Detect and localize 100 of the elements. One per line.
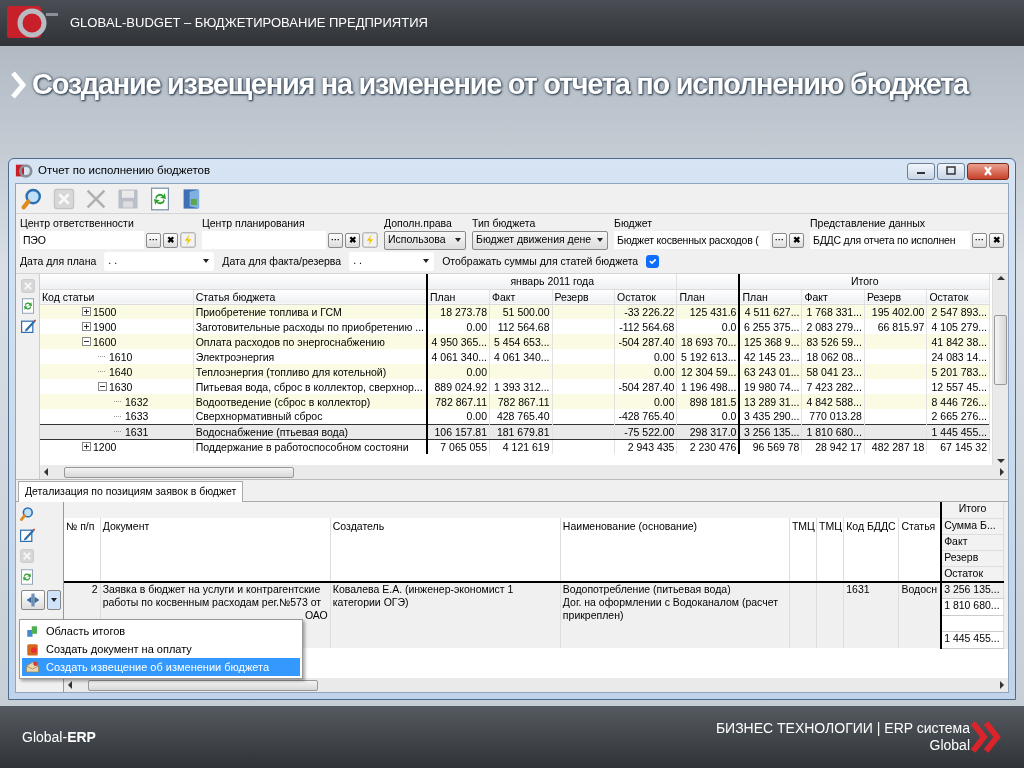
table-cell: 58 041 23... [801, 364, 865, 379]
tree-item[interactable]: 1632 [125, 394, 149, 409]
tree-item[interactable]: 1900 [93, 319, 117, 334]
tree-item[interactable]: 1500 [93, 304, 117, 319]
table-row[interactable]: 1600 Оплата расходов по энергоснабжению 4 950 365... 5 454 653... -504 287.40 18 693 70... 125 368 9... 83 526 59... 41 842 38... [40, 334, 990, 349]
table-cell: 63 243 01... [739, 364, 802, 379]
scroll-thumb[interactable] [994, 314, 1007, 385]
collapse-icon[interactable] [82, 337, 91, 346]
column-header[interactable]: Статья [898, 518, 942, 582]
field-label: Представление данных [810, 217, 926, 230]
refresh-icon[interactable] [19, 298, 36, 314]
column-group-header: Итого [739, 274, 990, 289]
browse-button[interactable]: ··· [972, 232, 987, 248]
tree-item[interactable]: 1633 [125, 409, 149, 424]
column-header[interactable]: Код БДДС [843, 518, 899, 582]
clear-button[interactable]: ✖ [789, 232, 804, 248]
column-header[interactable]: Наименование (основание) [560, 518, 790, 582]
tree-item[interactable]: 1630 [109, 379, 133, 394]
scrollbar[interactable] [40, 465, 1008, 479]
dropdown-button[interactable] [47, 590, 61, 610]
dropdown[interactable]: Бюджет движения дене [472, 230, 608, 250]
footer-brand: Global-ERP [22, 727, 96, 747]
table-cell: 106 157.81 [427, 424, 490, 439]
refresh-icon[interactable] [148, 186, 172, 211]
column-header[interactable]: Документ [100, 518, 331, 582]
collapse-icon[interactable] [98, 382, 107, 391]
table-cell: 2 943 435 [614, 439, 677, 454]
envelope-icon [25, 659, 40, 675]
maximize-button[interactable] [937, 162, 965, 180]
table-cell: 4 842 588... [801, 394, 865, 409]
table-row[interactable]: 1640 Теплоэнергия (топливо для котельной) 0.00 0.00 12 304 59... 63 243 01... 58 041 23... 5 201 783... [40, 364, 990, 379]
split-button[interactable] [21, 590, 45, 610]
table-cell-text: Водопотребление (питьевая вода) [562, 583, 732, 596]
column-header[interactable]: № п/п [64, 518, 101, 582]
checkbox[interactable] [646, 254, 660, 268]
search-icon[interactable] [19, 506, 35, 522]
close-icon [981, 166, 995, 176]
tree-item[interactable]: 1610 [109, 349, 133, 364]
scroll-thumb[interactable] [88, 679, 318, 691]
table-cell: 7 065 055 [427, 439, 490, 454]
table-cell: 5 201 783... [926, 364, 990, 379]
table-cell: 181 679.81 [489, 424, 552, 439]
scroll-right-icon[interactable] [998, 467, 1006, 477]
scroll-thumb[interactable] [64, 466, 294, 478]
browse-button[interactable]: ··· [328, 232, 343, 248]
minimize-button[interactable] [907, 162, 935, 180]
scroll-right-icon[interactable] [998, 680, 1006, 690]
refresh-icon[interactable] [19, 569, 35, 585]
browse-button[interactable]: ··· [146, 232, 161, 248]
input-field[interactable]: БДДС для отчета по исполнен [810, 231, 970, 249]
input-field[interactable]: Бюджет косвенных расходов ( [614, 231, 770, 249]
app-title: GLOBAL-BUDGET – БЮДЖЕТИРОВАНИЕ ПРЕДПРИЯТИЯ [70, 14, 428, 33]
expand-icon[interactable] [82, 322, 91, 331]
table-cell: 4 121 619 [489, 439, 552, 454]
expand-icon[interactable] [82, 442, 91, 452]
clear-button[interactable]: ✖ [989, 232, 1004, 248]
table-cell: -75 522.00 [614, 424, 677, 439]
caret-icon [422, 257, 431, 265]
table-cell: 13 289 31... [739, 394, 802, 409]
table-row[interactable]: 1631 Водоснабжение (птьевая вода) 106 157.81 181 679.81 -75 522.00 298 317.0 3 256 135... 1 810 680... 1 445 455... [40, 424, 990, 439]
expand-icon[interactable] [82, 307, 91, 317]
table-row[interactable]: 1500 Приобретение топлива и ГСМ 18 273.78 51 500.00 -33 226.22 125 431.6 4 511 627... 1 768 331... 195 402.00 2 547 893... [40, 304, 990, 319]
table-row[interactable]: 1200 Поддержание в работоспособном состояни 7 065 055 4 121 619 2 943 435 2 230 476 96 569 78 28 942 17 482 287 18 67 145 32 [40, 439, 990, 454]
scroll-up-icon[interactable] [995, 274, 1006, 282]
dropdown[interactable]: . . [349, 251, 435, 271]
table-cell: 1 810 680... [801, 424, 865, 439]
edit-icon[interactable] [19, 318, 36, 334]
scroll-left-icon[interactable] [66, 680, 74, 690]
clear-button[interactable]: ✖ [345, 232, 360, 248]
table-cell-text: Заявка в бюджет на услуги и контрагентские работы по косвенным расходам рег.№573 от [102, 583, 323, 609]
browse-button[interactable]: ··· [772, 232, 787, 248]
scroll-left-icon[interactable] [42, 467, 50, 477]
tree-item[interactable]: 1200 [93, 439, 117, 454]
tab[interactable]: Детализация по позициям заявок в бюджет [18, 481, 244, 502]
column-header[interactable]: ТМЦ [816, 518, 844, 582]
table-cell: Теплоэнергия (топливо для котельной) [193, 364, 428, 379]
field-label: Бюджет [614, 217, 653, 230]
column-header[interactable]: ТМЦ [789, 518, 817, 582]
dropdown[interactable]: Использова [384, 230, 466, 250]
table-cell: 83 526 59... [801, 334, 865, 349]
scrollbar[interactable] [64, 678, 1008, 692]
close-button[interactable] [967, 162, 1009, 180]
maximize-icon [944, 166, 958, 176]
tree-item[interactable]: 1631 [125, 424, 149, 439]
edit-icon[interactable] [19, 527, 35, 543]
table-cell-text: Дог. на оформлении с Водоканалом (расчет прикреплен) [562, 596, 779, 622]
caret-icon [202, 257, 211, 265]
clear-button[interactable]: ✖ [163, 232, 178, 248]
caret-icon [454, 236, 462, 244]
window-title: Отчет по исполнению бюджетов [38, 163, 211, 179]
search-icon[interactable] [20, 186, 44, 211]
field-label: Отображать суммы для статей бюджета [442, 254, 639, 268]
dropdown[interactable]: . . [104, 251, 215, 271]
table-cell: 0.00 [427, 364, 490, 379]
input-field[interactable]: ПЭО [20, 231, 144, 249]
tree-item[interactable]: 1640 [109, 364, 133, 379]
table-row[interactable]: 1632 Водоотведение (сброс в коллектор) 782 867.11 782 867.11 0.00 898 181.5 13 289 31... 4 842 588... 8 446 726... [40, 394, 990, 409]
scrollbar[interactable] [992, 274, 1008, 465]
column-header[interactable]: Создатель [330, 518, 561, 582]
tree-item[interactable]: 1600 [93, 334, 117, 349]
